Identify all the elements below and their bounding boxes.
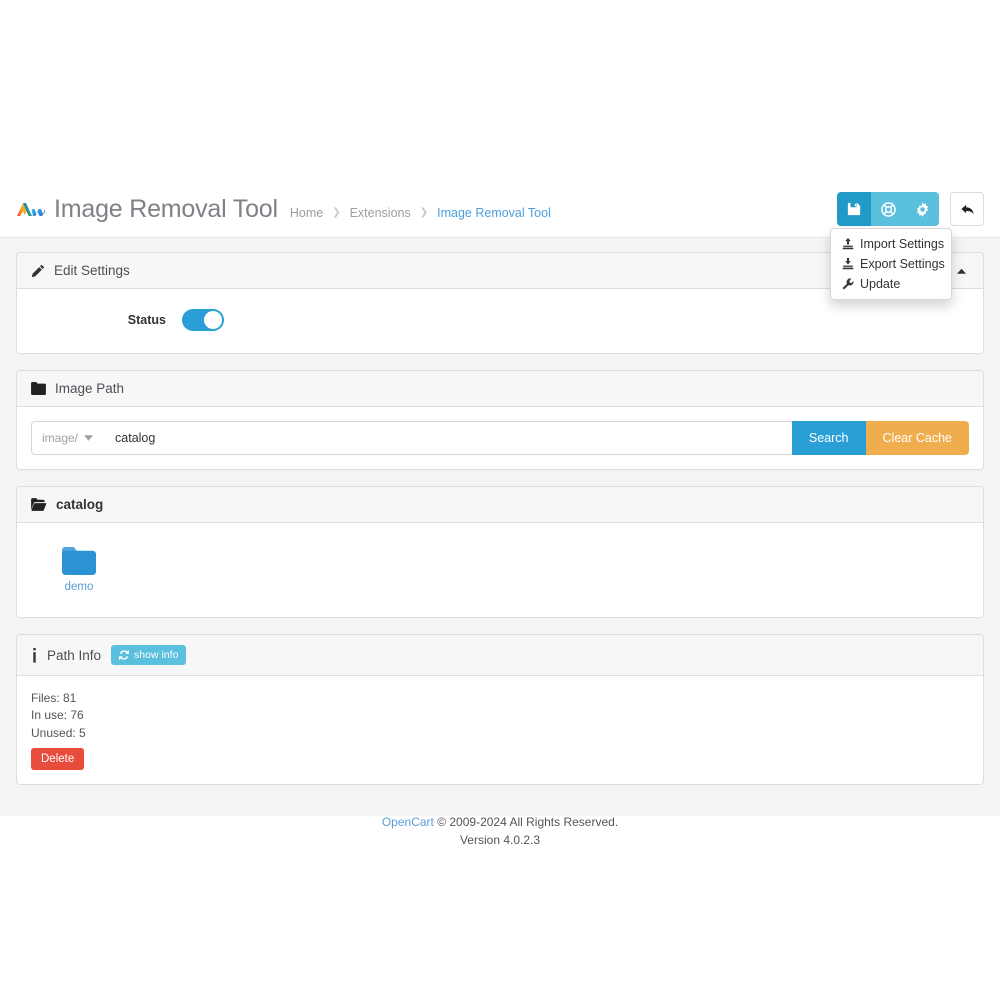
collapse-toggle[interactable] xyxy=(956,262,967,280)
folder-open-icon xyxy=(31,498,47,511)
directory-header: catalog xyxy=(17,487,983,523)
directory-body: demo xyxy=(17,523,983,617)
upload-icon xyxy=(842,238,854,250)
download-icon xyxy=(842,258,854,270)
back-button[interactable] xyxy=(950,192,984,226)
settings-dropdown-menu: Import Settings Export Settings Update xyxy=(830,228,952,300)
status-toggle[interactable] xyxy=(182,309,224,331)
breadcrumb-separator-icon: ❯ xyxy=(419,207,429,218)
dropdown-item-label: Update xyxy=(860,277,901,291)
path-info-title: Path Info xyxy=(47,647,102,663)
info-icon xyxy=(33,647,36,663)
footer: OpenCart © 2009-2024 All Rights Reserved… xyxy=(16,801,984,869)
settings-dropdown-button[interactable] xyxy=(905,192,939,226)
footer-copyright: © 2009-2024 All Rights Reserved. xyxy=(433,815,619,830)
image-path-title-group: Image Path xyxy=(31,381,124,396)
files-count: Files: 81 xyxy=(31,691,77,705)
opencart-link[interactable]: OpenCart xyxy=(382,815,434,829)
in-use-count: In use: 76 xyxy=(31,708,84,723)
image-path-panel: Image Path image/ Search Clear Cache xyxy=(16,370,984,470)
image-path-input-group: image/ Search Clear Cache xyxy=(31,421,969,455)
show-info-button[interactable]: show info xyxy=(111,645,187,665)
opencart-logo-icon xyxy=(17,203,45,216)
reply-back-icon xyxy=(960,204,974,214)
path-prefix-dropdown[interactable]: image/ xyxy=(31,421,104,455)
footer-copyright-line: OpenCart © 2009-2024 All Rights Reserved… xyxy=(16,813,984,831)
footer-version: Version 4.0.2.3 xyxy=(459,833,541,848)
path-prefix-label: image/ xyxy=(42,431,79,445)
path-info-header: Path Info show info xyxy=(17,635,983,676)
save-button[interactable] xyxy=(837,192,871,226)
breadcrumb-item-extensions[interactable]: Extensions xyxy=(350,206,411,220)
header-actions xyxy=(837,192,984,226)
image-path-input[interactable] xyxy=(103,421,792,455)
header-button-group xyxy=(837,192,939,226)
directory-title: catalog xyxy=(56,497,104,512)
directory-item-label: demo xyxy=(64,581,94,593)
folder-blue-icon xyxy=(62,547,96,575)
search-button[interactable]: Search xyxy=(791,421,866,455)
status-label: Status xyxy=(127,313,166,327)
edit-settings-title-group: Edit Settings xyxy=(31,263,130,278)
status-form-row: Status xyxy=(31,303,969,339)
breadcrumb-item-current[interactable]: Image Removal Tool xyxy=(437,206,551,220)
dropdown-item-label: Export Settings xyxy=(860,257,945,271)
directory-title-group: catalog xyxy=(31,497,103,512)
page-title: Image Removal Tool xyxy=(54,194,278,223)
unused-count: Unused: 5 xyxy=(31,725,86,740)
status-toggle-knob xyxy=(204,311,222,329)
folder-icon xyxy=(31,382,46,395)
path-info-stats: Files: 81 In use: 76 Unused: 5 xyxy=(31,690,969,742)
directory-item-demo[interactable]: demo xyxy=(41,541,117,593)
support-button[interactable] xyxy=(871,192,905,226)
content-container: Edit Settings Status Image Path image/ c… xyxy=(0,238,1000,869)
edit-settings-title: Edit Settings xyxy=(54,263,130,278)
path-info-title-group: Path Info xyxy=(31,647,102,663)
gear-icon xyxy=(916,201,928,217)
caret-down-icon xyxy=(84,435,94,441)
breadcrumb: Home ❯ Extensions ❯ Image Removal Tool xyxy=(290,206,551,220)
directory-panel: catalog demo xyxy=(16,486,984,618)
life-ring-icon xyxy=(880,201,896,217)
image-path-header: Image Path xyxy=(17,371,983,407)
opencart-admin-page: Image Removal Tool Home ❯ Extensions ❯ I… xyxy=(0,181,1000,847)
wrench-icon xyxy=(842,278,854,290)
page-header: Image Removal Tool Home ❯ Extensions ❯ I… xyxy=(0,181,1000,300)
pencil-icon xyxy=(31,264,45,277)
path-info-panel: Path Info show info Files: 81 In use: 76… xyxy=(16,634,984,786)
dropdown-item-export-settings[interactable]: Export Settings xyxy=(831,254,951,274)
caret-up-icon xyxy=(956,268,967,274)
refresh-icon xyxy=(119,650,130,660)
delete-button[interactable]: Delete xyxy=(31,748,85,771)
breadcrumb-item-home[interactable]: Home xyxy=(290,206,323,220)
breadcrumb-separator-icon: ❯ xyxy=(332,207,341,218)
dropdown-item-label: Import Settings xyxy=(860,237,945,251)
dropdown-item-import-settings[interactable]: Import Settings xyxy=(831,234,951,254)
dropdown-item-update[interactable]: Update xyxy=(831,274,951,294)
show-info-label: show info xyxy=(134,649,179,661)
floppy-save-icon xyxy=(847,202,861,216)
image-path-title: Image Path xyxy=(55,381,125,396)
path-info-body: Files: 81 In use: 76 Unused: 5 Delete xyxy=(17,676,983,784)
clear-cache-button[interactable]: Clear Cache xyxy=(865,421,969,455)
directory-grid: demo xyxy=(31,537,969,603)
image-path-body: image/ Search Clear Cache xyxy=(17,407,983,469)
